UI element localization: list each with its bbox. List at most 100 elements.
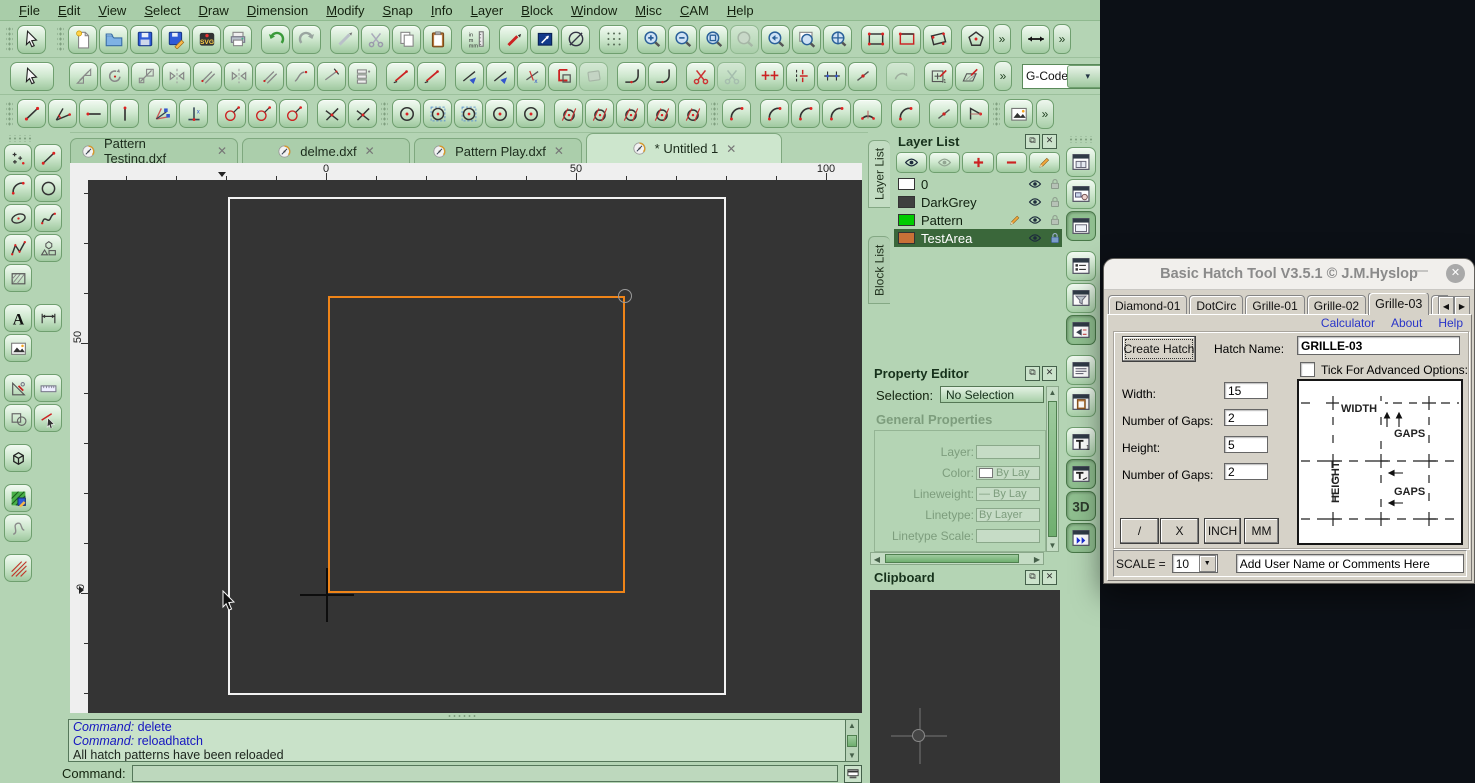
dock-3d-view-button[interactable]: 3D — [1066, 491, 1096, 521]
menu-window[interactable]: Window — [562, 2, 626, 19]
hatch-field-input-3[interactable] — [1224, 463, 1268, 480]
circle-concentric-button[interactable] — [516, 99, 545, 128]
hatch-tab-diamond-01[interactable]: Diamond-01 — [1108, 295, 1187, 315]
add-layer-button[interactable] — [962, 152, 993, 173]
insert-origin-point-button[interactable]: .1 — [924, 62, 953, 91]
dock-forward-button[interactable] — [1066, 523, 1096, 553]
menu-info[interactable]: Info — [422, 2, 462, 19]
line-bisector-button[interactable] — [148, 99, 177, 128]
menu-view[interactable]: View — [89, 2, 135, 19]
more-info-tools-button[interactable]: » — [1053, 24, 1071, 54]
property-field-value[interactable]: By Lay — [976, 466, 1040, 480]
hatch-field-input-1[interactable] — [1224, 409, 1268, 426]
scroll-up-icon[interactable]: ▲ — [1047, 388, 1058, 397]
dock-entity-list-button[interactable] — [1066, 251, 1096, 281]
line-tangent-point-button[interactable] — [217, 99, 246, 128]
arc-reverse-button[interactable] — [929, 99, 958, 128]
dock-command-line-button[interactable] — [1066, 315, 1096, 345]
modify-mirror-button[interactable] — [162, 62, 191, 91]
dialog-button-/[interactable]: / — [1120, 518, 1159, 544]
dialog-minimize-button[interactable]: — — [1414, 263, 1429, 279]
doc-tab-active[interactable]: * Untitled 1✕ — [586, 133, 782, 163]
layer-color-swatch[interactable] — [898, 232, 915, 244]
menu-file[interactable]: File — [10, 2, 49, 19]
hatch-tab-grille-01[interactable]: Grille-01 — [1245, 295, 1304, 315]
line-angle-button[interactable] — [48, 99, 77, 128]
paste-button[interactable] — [423, 25, 452, 54]
join-entities-button[interactable] — [817, 62, 846, 91]
dialog-titlebar[interactable]: Basic Hatch Tool V3.5.1 © J.M.Hyslop — ✕ — [1104, 259, 1474, 290]
circle-tangent-2c-button[interactable] — [616, 99, 645, 128]
tab-scroll-left-icon[interactable]: ◀ — [1438, 296, 1454, 316]
history-scroll-up-icon[interactable]: ▲ — [846, 721, 858, 730]
dropdown-arrow-icon[interactable]: ▾ — [1067, 65, 1101, 88]
property-editor-float-button[interactable]: ⧉ — [1025, 366, 1040, 381]
property-editor-close-button[interactable]: ✕ — [1042, 366, 1057, 381]
deselect-window-button[interactable] — [892, 25, 921, 54]
layer-row-0[interactable]: 0 — [894, 175, 1062, 193]
insert-raster-image-button[interactable] — [4, 334, 32, 362]
layer-color-swatch[interactable] — [898, 214, 915, 226]
scroll-left-icon[interactable]: ◀ — [871, 555, 883, 564]
line-tangent-two-button[interactable] — [248, 99, 277, 128]
property-vscroll-thumb[interactable] — [1048, 401, 1057, 537]
tab-close-icon[interactable]: ✕ — [365, 144, 375, 158]
pick-line-button[interactable] — [34, 404, 62, 432]
layer-row-pattern[interactable]: Pattern — [894, 211, 1062, 229]
arc-three-points-button[interactable] — [760, 99, 789, 128]
property-hscrollbar[interactable]: ◀ ▶ — [870, 552, 1044, 565]
history-scroll-thumb[interactable] — [847, 735, 857, 747]
trim-two-button[interactable] — [486, 62, 515, 91]
measure-distance-button[interactable] — [1021, 25, 1050, 54]
explode-button[interactable] — [548, 62, 577, 91]
dock-library-browser-button[interactable] — [1066, 147, 1096, 177]
pen-settings-button[interactable] — [499, 25, 528, 54]
clipboard-close-button[interactable]: ✕ — [1042, 570, 1057, 585]
scroll-down-icon[interactable]: ▼ — [1047, 541, 1058, 550]
new-drawing-button[interactable] — [68, 25, 97, 54]
more-modify-tools-button[interactable]: » — [994, 61, 1012, 91]
zoom-previous-button[interactable] — [761, 25, 790, 54]
lengthen-free-button[interactable] — [417, 62, 446, 91]
draft-mode-button[interactable] — [561, 25, 590, 54]
scale-combo[interactable]: 10 ▼ — [1172, 554, 1218, 573]
zoom-out-button[interactable] — [668, 25, 697, 54]
trim-button[interactable] — [455, 62, 484, 91]
arc-angle-button[interactable] — [791, 99, 820, 128]
arc-continue-button[interactable] — [853, 99, 882, 128]
cut-button[interactable] — [361, 25, 390, 54]
tab-close-icon[interactable]: ✕ — [726, 142, 736, 156]
snap-settings-button[interactable] — [530, 25, 559, 54]
edit-point-button[interactable] — [848, 62, 877, 91]
show-all-layers-button[interactable] — [896, 152, 927, 173]
hide-all-layers-button[interactable] — [929, 152, 960, 173]
save-drawing-as-button[interactable] — [161, 25, 190, 54]
redo-button[interactable] — [292, 25, 321, 54]
fillet-button[interactable] — [617, 62, 646, 91]
property-vscrollbar[interactable]: ▲ ▼ — [1046, 386, 1059, 552]
draw-hatch-button[interactable] — [4, 264, 32, 292]
dock-block-list-button[interactable] — [1066, 179, 1096, 209]
export-svg-button[interactable]: SVG — [192, 25, 221, 54]
select-entity-button[interactable] — [10, 62, 54, 91]
side-tab-layer-list[interactable]: Layer List — [868, 140, 890, 208]
modify-bend-button[interactable] — [286, 62, 315, 91]
selection-combo[interactable]: No Selection — [940, 386, 1044, 403]
draw-arc-button[interactable] — [4, 174, 32, 202]
menu-modify[interactable]: Modify — [317, 2, 373, 19]
break-entity-button[interactable] — [786, 62, 815, 91]
divide-entity-button[interactable] — [686, 62, 715, 91]
modify-move-rotate-button[interactable] — [193, 62, 222, 91]
cam-postprocessor-combo[interactable]: G-Code (G▾ — [1022, 64, 1100, 89]
hatch-tab-grille-03[interactable]: Grille-03 — [1368, 293, 1429, 315]
tab-scroll-right-icon[interactable]: ▶ — [1454, 296, 1470, 316]
menu-help[interactable]: Help — [718, 2, 763, 19]
layer-row-testarea[interactable]: TestArea — [894, 229, 1062, 247]
circle-center-point-button[interactable] — [392, 99, 421, 128]
save-drawing-button[interactable] — [130, 25, 159, 54]
highlight-pen-button[interactable] — [330, 25, 359, 54]
keyboard-icon[interactable] — [844, 765, 862, 783]
menu-select[interactable]: Select — [135, 2, 189, 19]
undo-button[interactable] — [261, 25, 290, 54]
construction-tools-button[interactable] — [4, 374, 32, 402]
